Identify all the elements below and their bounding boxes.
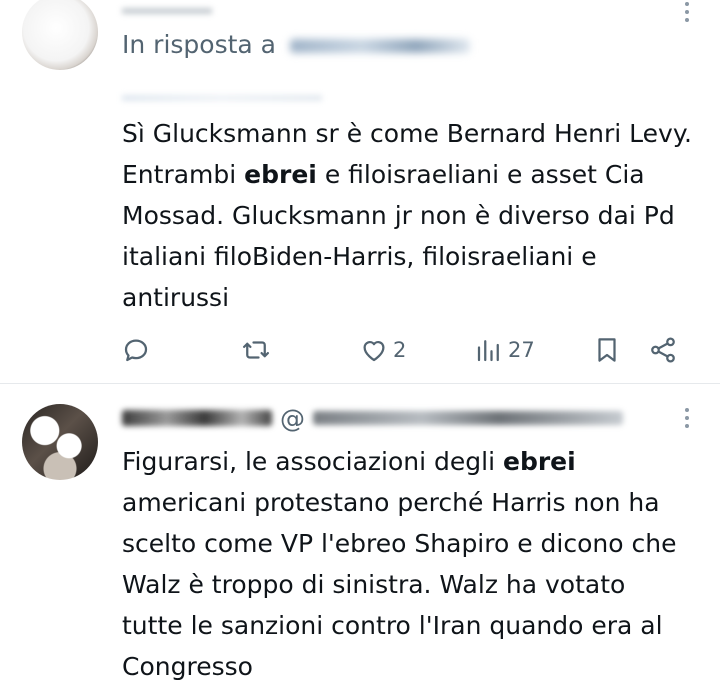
tweet-actions: 2 27 [0,330,720,370]
text-part: Figurarsi, le associazioni degli [122,447,503,476]
author-name-redacted [122,8,212,14]
heart-icon [363,341,385,362]
author-handle-prefix: @ [280,403,305,433]
views-button[interactable]: 27 [474,330,535,370]
text-bold-part: ebrei [244,160,317,189]
text-part: americani protestano perché Harris non h… [122,488,677,681]
reply-context: In risposta a [122,30,470,59]
reply-prefix: In risposta a [122,30,276,59]
avatar[interactable] [22,0,98,70]
author-name-redacted[interactable] [122,410,272,426]
reply-handle-redacted[interactable] [289,39,470,53]
author-row: @ [122,398,623,438]
author-handle-redacted [313,411,623,425]
bookmark-icon [598,338,616,362]
more-dots-icon[interactable] [684,408,690,428]
views-count: 27 [508,338,535,362]
retweet-button[interactable] [241,330,275,370]
reply-icon [124,339,148,362]
redacted-line [122,95,322,101]
text-bold-part: ebrei [502,447,576,476]
tweet-text: Figurarsi, le associazioni degli ebrei a… [122,441,692,687]
reply-button[interactable] [121,330,155,370]
tweet-divider [0,383,720,384]
views-icon [477,340,499,362]
share-button[interactable] [648,330,678,370]
retweet-icon [243,341,269,359]
more-dots-icon[interactable] [684,2,690,22]
like-button[interactable]: 2 [359,330,406,370]
like-count: 2 [393,338,407,362]
bookmark-button[interactable] [592,330,622,370]
tweet-text: Sì Glucksmann sr è come Bernard Henri Le… [122,113,692,318]
avatar[interactable] [22,404,98,480]
share-icon [651,337,675,363]
